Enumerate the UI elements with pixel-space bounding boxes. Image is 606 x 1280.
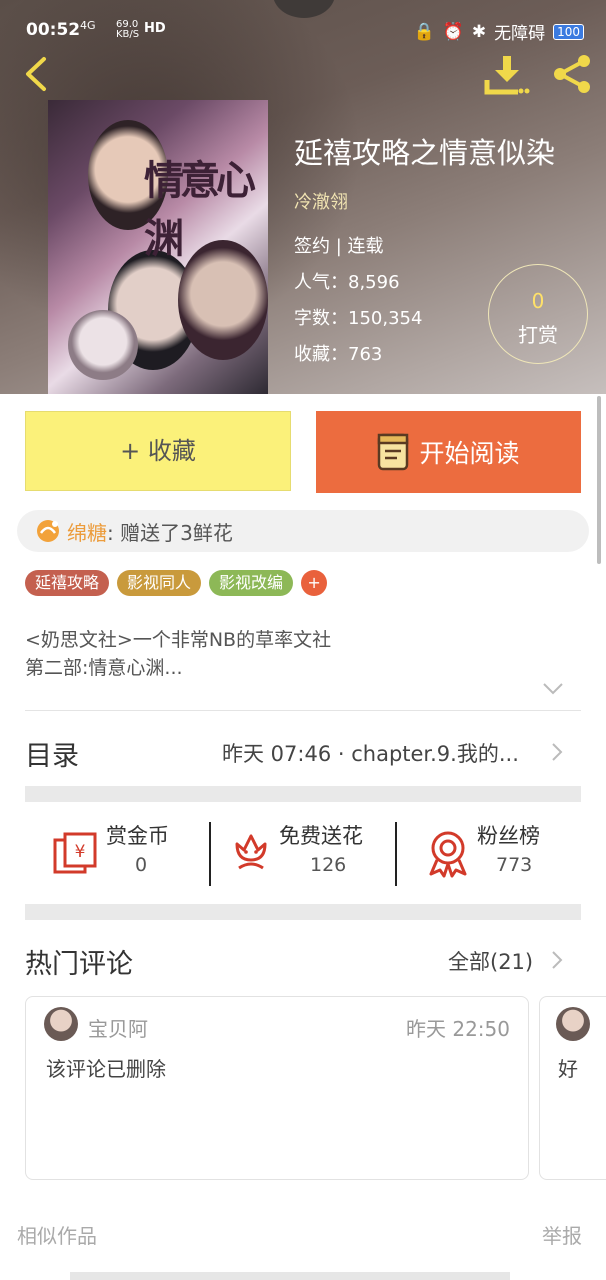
stat-value: 0 — [135, 854, 148, 876]
stat-label: 粉丝榜 — [477, 824, 540, 848]
similar-works-label: 相似作品 — [17, 1224, 97, 1248]
tip-button[interactable]: 0 打赏 — [488, 264, 588, 364]
coin-reward-icon: ¥ — [53, 832, 97, 874]
book-favorites: 收藏：763 — [294, 344, 383, 365]
avatar[interactable] — [44, 1007, 78, 1041]
stat-reward-coins[interactable]: ¥ 赏金币 0 — [25, 820, 209, 890]
start-reading-label: 开始阅读 — [419, 439, 520, 468]
back-arrow-icon[interactable] — [20, 56, 50, 92]
cover-title-art: 情意心渊 — [144, 157, 256, 262]
network-indicator: 4G — [80, 19, 96, 32]
comment-text: 好 — [558, 1057, 578, 1081]
chevron-down-icon[interactable] — [542, 682, 564, 696]
tag-item[interactable]: 延禧攻略 — [25, 570, 110, 596]
stat-value: 773 — [496, 854, 533, 876]
comment-time: 昨天 22:50 — [406, 1017, 510, 1041]
book-icon — [378, 433, 409, 471]
tag-item[interactable]: 影视同人 — [117, 570, 202, 596]
book-title: 延禧攻略之情意似染 — [294, 136, 556, 170]
book-description: <奶思文社>一个非常NB的草率文社 第二部:情意心渊... — [25, 629, 332, 679]
start-reading-button[interactable]: 开始阅读 — [316, 411, 581, 493]
report-link[interactable]: 举报 — [542, 1220, 582, 1249]
stat-value: 126 — [310, 854, 347, 876]
similar-works-preview — [70, 1272, 510, 1280]
stat-label: 赏金币 — [106, 824, 169, 848]
all-comments-link[interactable]: 全部(21) — [448, 946, 533, 976]
download-icon[interactable] — [484, 54, 530, 96]
battery-icon: 100 — [553, 23, 584, 40]
book-status: 签约 | 连载 — [294, 236, 384, 257]
stat-fan-ranking[interactable]: 粉丝榜 773 — [397, 820, 581, 890]
divider — [25, 710, 581, 711]
tag-item[interactable]: 影视改编 — [209, 570, 294, 596]
comment-card[interactable]: 好 — [539, 996, 606, 1180]
stat-free-flowers[interactable]: 免费送花 126 — [211, 820, 395, 890]
tip-label: 打赏 — [518, 323, 558, 347]
book-popularity: 人气：8,596 — [294, 272, 400, 293]
svg-text:¥: ¥ — [75, 842, 86, 862]
section-divider — [25, 904, 581, 920]
toc-label[interactable]: 目录 — [25, 734, 79, 773]
hot-comments-label: 热门评论 — [25, 949, 133, 980]
bluetooth-icon: ✱ — [471, 21, 487, 42]
accessibility-label: 无障碍 — [494, 24, 546, 44]
book-author[interactable]: 冷澈翎 — [294, 188, 348, 214]
chevron-right-icon[interactable] — [551, 742, 563, 762]
book-detail-content: + 收藏 开始阅读 绵糖 : 赠送了3鲜花 延禧攻略 影视同人 影视改编 + <… — [0, 394, 606, 1280]
medal-icon — [429, 831, 467, 878]
add-tag-button[interactable]: + — [301, 570, 328, 596]
tag-list: 延禧攻略 影视同人 影视改编 + — [25, 570, 328, 596]
flower-icon — [235, 834, 267, 870]
alarm-icon: ⏰ — [442, 21, 464, 42]
toc-latest-chapter[interactable]: 昨天 07:46 · chapter.9.我的... — [222, 738, 540, 768]
comment-user[interactable]: 宝贝阿 — [88, 1013, 148, 1042]
lock-icon: 🔒 — [413, 21, 435, 42]
status-right: 🔒 ⏰ ✱ 无障碍 100 — [413, 19, 584, 44]
book-cover[interactable]: 情意心渊 — [48, 100, 268, 394]
scrollbar[interactable] — [597, 396, 601, 564]
gift-notice[interactable]: 绵糖 : 赠送了3鲜花 — [17, 510, 589, 552]
tip-count: 0 — [531, 289, 545, 313]
stats-row: ¥ 赏金币 0 免费送花 126 粉丝榜 773 — [25, 820, 581, 890]
favorite-button[interactable]: + 收藏 — [25, 411, 291, 491]
gift-user[interactable]: 绵糖 — [67, 517, 107, 546]
stat-label: 免费送花 — [279, 824, 363, 848]
book-word-count: 字数：150,354 — [294, 308, 423, 329]
comment-card[interactable]: 宝贝阿 昨天 22:50 该评论已删除 — [25, 996, 529, 1180]
avatar[interactable] — [556, 1007, 590, 1041]
chevron-right-icon[interactable] — [551, 950, 563, 970]
share-icon[interactable] — [550, 54, 594, 94]
gift-text: : 赠送了3鲜花 — [107, 520, 233, 545]
comment-text: 该评论已删除 — [46, 1057, 166, 1081]
candy-icon — [37, 520, 59, 542]
network-speed: 69.0 KB/S — [116, 19, 140, 40]
section-divider — [25, 786, 581, 802]
book-header: 00:52 4G 69.0 KB/S HD 🔒 ⏰ ✱ 无障碍 100 情意心渊… — [0, 0, 606, 394]
status-time: 00:52 — [26, 20, 81, 40]
hd-indicator: HD — [144, 21, 166, 36]
